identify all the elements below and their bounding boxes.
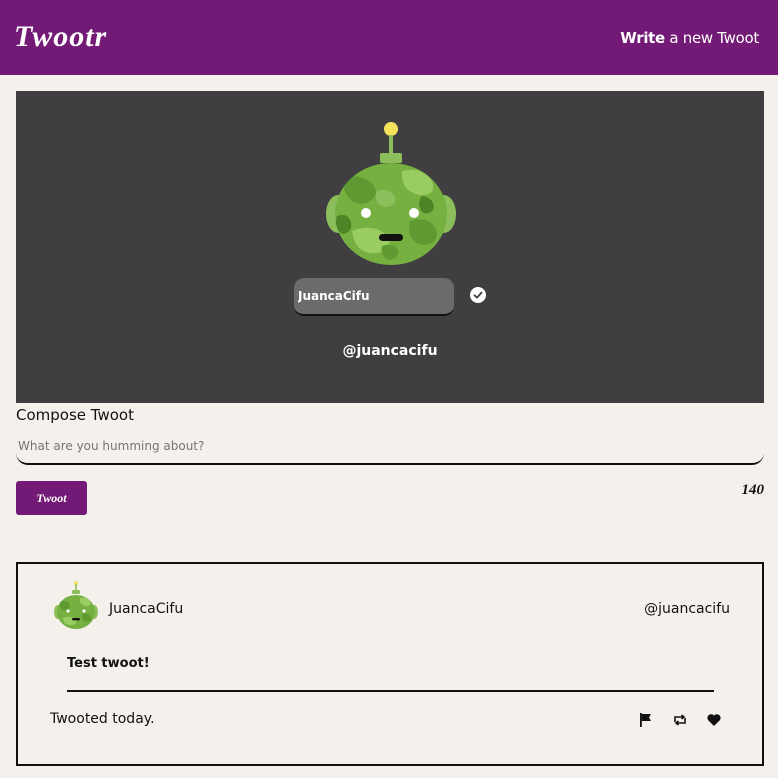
write-new-twoot-link[interactable]: Write a new Twoot [620, 29, 759, 47]
profile-panel: @juancacifu [16, 91, 764, 403]
twoot-author-handle: @juancacifu [644, 601, 730, 617]
twoot-divider [67, 690, 714, 692]
write-link-bold: Write [620, 29, 665, 47]
twoot-button[interactable]: Twoot [16, 481, 87, 515]
compose-title: Compose Twoot [16, 406, 134, 424]
profile-handle: @juancacifu [342, 343, 438, 359]
flag-icon[interactable] [638, 712, 654, 728]
twoot-text: Test twoot! [67, 656, 150, 671]
twoot-card: JuancaCifu @juancacifu Test twoot! Twoot… [16, 562, 764, 766]
app-logo[interactable]: Twootr [14, 20, 107, 54]
write-link-rest: a new Twoot [664, 29, 759, 47]
top-nav: Twootr Write a new Twoot [0, 0, 778, 75]
check-circle-icon[interactable] [470, 287, 486, 303]
heart-icon[interactable] [706, 712, 722, 728]
robot-avatar-icon [326, 122, 456, 265]
robot-avatar-icon [54, 581, 98, 629]
retweet-icon[interactable] [672, 712, 688, 728]
display-name-input[interactable] [294, 278, 454, 316]
char-counter: 140 [741, 482, 765, 498]
twoot-author-name: JuancaCifu [109, 601, 184, 617]
twoot-timestamp: Twooted today. [50, 711, 155, 727]
compose-twoot-input[interactable] [16, 428, 764, 465]
